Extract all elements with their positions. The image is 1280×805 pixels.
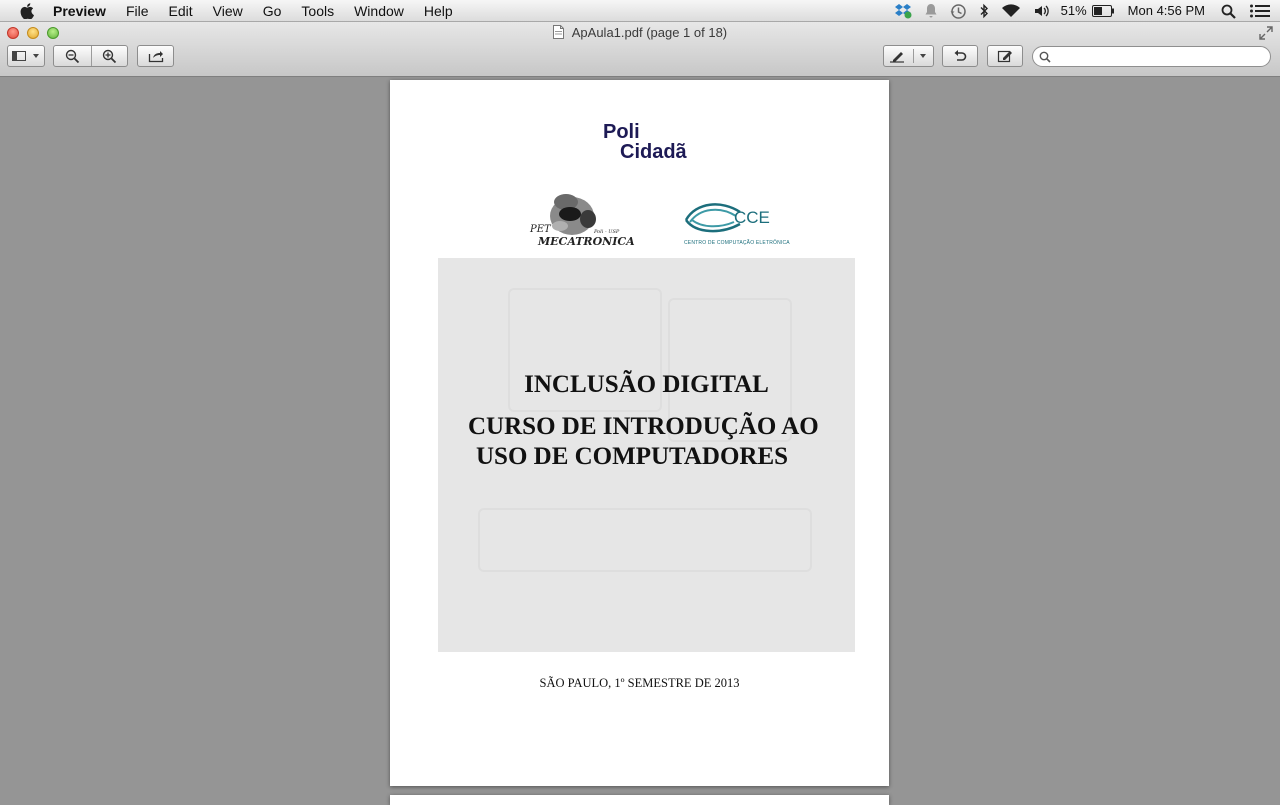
- share-button[interactable]: [137, 45, 174, 67]
- window-title: ApAula1.pdf (page 1 of 18): [0, 24, 1280, 42]
- battery-icon[interactable]: [1091, 5, 1114, 17]
- volume-icon[interactable]: [1033, 3, 1051, 19]
- wifi-icon[interactable]: [1001, 3, 1021, 19]
- poli-logo-line2: Cidadã: [620, 141, 687, 163]
- notification-icon[interactable]: [924, 3, 938, 19]
- zoom-out-icon: [65, 49, 80, 64]
- rotate-button[interactable]: [942, 45, 978, 67]
- cover-panel: INCLUSÃO DIGITAL CURSO DE INTRODUÇÃO AO …: [438, 258, 855, 652]
- menu-app-preview[interactable]: Preview: [53, 0, 106, 22]
- menu-window[interactable]: Window: [354, 0, 404, 22]
- cce-subtitle: CENTRO DE COMPUTAÇÃO ELETRÔNICA: [684, 240, 790, 246]
- cce-logo: CCE CENTRO DE COMPUTAÇÃO ELETRÔNICA: [682, 198, 790, 250]
- sidebar-icon: [12, 51, 39, 61]
- pdf-document-icon: [552, 25, 564, 39]
- menu-clock[interactable]: Mon 4:56 PM: [1128, 0, 1205, 22]
- search-input[interactable]: [1055, 48, 1260, 65]
- window-title-text: ApAula1.pdf (page 1 of 18): [571, 25, 728, 40]
- poli-cidada-logo: Poli Cidadã: [603, 122, 687, 162]
- spotlight-icon[interactable]: [1221, 4, 1236, 19]
- segment-divider: [91, 46, 92, 66]
- status-area: 51% Mon 4:56 PM: [882, 0, 1280, 22]
- pet-text: PET: [530, 224, 551, 235]
- menu-file[interactable]: File: [126, 0, 149, 22]
- cover-title-line1: INCLUSÃO DIGITAL: [524, 371, 769, 398]
- apple-menu-icon[interactable]: [20, 2, 34, 19]
- rotate-icon: [954, 50, 967, 61]
- cover-title-line2: CURSO DE INTRODUÇÃO AO: [468, 413, 819, 440]
- pdf-page: Poli Cidadã PET MECATRONICA Poli - USP C…: [390, 80, 889, 786]
- window-titlebar: ApAula1.pdf (page 1 of 18): [0, 22, 1280, 77]
- dropbox-icon[interactable]: [894, 3, 912, 19]
- edit-button[interactable]: [987, 45, 1023, 67]
- search-icon: [1039, 51, 1051, 63]
- fullscreen-icon[interactable]: [1259, 26, 1273, 40]
- menu-help[interactable]: Help: [424, 0, 453, 22]
- sidebar-view-button[interactable]: [7, 45, 45, 67]
- zoom-out-button[interactable]: [65, 49, 80, 64]
- pet-mecatronica-logo: PET MECATRONICA Poli - USP: [530, 192, 635, 252]
- zoom-in-button[interactable]: [102, 49, 117, 64]
- menu-go[interactable]: Go: [263, 0, 282, 22]
- search-field[interactable]: [1032, 46, 1271, 67]
- pen-icon: [889, 49, 926, 63]
- battery-percent: 51%: [1060, 3, 1087, 18]
- poli-logo-line1: Poli: [603, 121, 640, 143]
- bluetooth-icon[interactable]: [979, 3, 989, 19]
- menu-view[interactable]: View: [213, 0, 243, 22]
- menu-edit[interactable]: Edit: [169, 0, 193, 22]
- cover-footer: SÃO PAULO, 1º SEMESTRE DE 2013: [539, 676, 740, 690]
- cce-swoosh-graphic: [684, 203, 741, 233]
- mecatronica-text: MECATRONICA: [538, 235, 635, 248]
- share-icon: [148, 51, 163, 63]
- zoom-segmented-control: [53, 45, 128, 67]
- cce-text: CCE: [734, 208, 770, 227]
- edit-toolbar-icon: [997, 50, 1012, 63]
- time-machine-icon[interactable]: [950, 3, 967, 20]
- cover-title-line3: USO DE COMPUTADORES: [476, 443, 789, 470]
- zoom-in-icon: [102, 49, 117, 64]
- notification-center-icon[interactable]: [1250, 4, 1270, 18]
- next-pdf-page: [390, 795, 889, 805]
- annotate-button[interactable]: [883, 45, 934, 67]
- menu-tools[interactable]: Tools: [301, 0, 334, 22]
- menu-bar: Preview File Edit View Go Tools Window H…: [0, 0, 1280, 22]
- poli-usp-text: Poli - USP: [594, 229, 620, 235]
- faded-keyboard-graphic: [478, 508, 812, 572]
